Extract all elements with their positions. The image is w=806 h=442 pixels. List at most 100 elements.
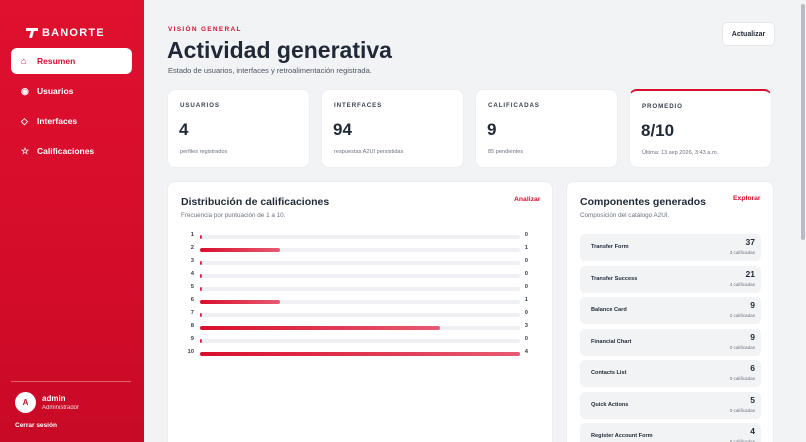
score-bar-track	[200, 352, 520, 356]
component-item[interactable]: Quick Actions 5 0 calificadas	[580, 391, 761, 419]
distribution-title: Distribución de calificaciones	[181, 196, 330, 208]
analyze-link[interactable]: Analizar	[514, 196, 540, 203]
component-item[interactable]: Register Account Form 4 0 calificadas	[580, 423, 761, 442]
component-item[interactable]: Contacts List 6 0 calificadas	[580, 360, 761, 387]
component-item[interactable]: Transfer Form 37 3 calificadas	[580, 234, 761, 261]
stat-card-promedio: PROMEDIO 8/10 Última: 13 sep 2026, 3:43 …	[629, 89, 772, 168]
stat-card-usuarios: USUARIOS 4 perfiles registrados	[167, 89, 310, 168]
home-icon: ⌂	[21, 56, 27, 66]
sidebar-item-interfaces[interactable]: ◇ Interfaces	[11, 108, 132, 134]
stat-label: PROMEDIO	[642, 103, 683, 110]
distribution-row: 10 4	[182, 349, 528, 359]
distribution-row: 70	[182, 310, 528, 320]
users-icon: ◉	[21, 85, 29, 96]
sidebar: BANORTE ⌂ Resumen ◉ Usuarios ◇ Interface…	[0, 0, 144, 442]
distribution-panel: Distribución de calificaciones Frecuenci…	[167, 181, 553, 442]
brand-logo: BANORTE	[26, 27, 105, 39]
score-bar-fill	[200, 300, 280, 304]
score-count: 0	[524, 258, 528, 264]
component-count: 37	[745, 237, 755, 247]
score-bar-track	[200, 274, 520, 278]
sidebar-nav: ⌂ Resumen ◉ Usuarios ◇ Interfaces ☆ Cali…	[11, 48, 132, 168]
interfaces-icon: ◇	[21, 115, 28, 126]
stat-card-interfaces: INTERFACES 94 respuestas A2UI persistida…	[321, 89, 464, 168]
score-count: 0	[524, 284, 528, 290]
score-bar-track	[200, 339, 520, 343]
distribution-row: 83	[182, 323, 528, 333]
sidebar-item-usuarios[interactable]: ◉ Usuarios	[11, 78, 132, 104]
component-name: Contacts List	[591, 370, 627, 376]
distribution-row: 10	[182, 232, 528, 242]
component-item[interactable]: Financial Chart 9 0 calificadas	[580, 328, 761, 356]
stat-value: 9	[487, 120, 497, 139]
stat-label: USUARIOS	[180, 102, 220, 109]
score-label: 10	[187, 349, 194, 355]
score-count: 1	[524, 245, 528, 251]
component-rated-count: 4 calificadas	[729, 281, 755, 287]
score-bar-track	[200, 313, 520, 317]
component-name: Balance Card	[591, 307, 627, 313]
component-count: 5	[750, 394, 755, 405]
component-count: 4	[750, 426, 755, 436]
component-rated-count: 0 calificadas	[729, 376, 755, 381]
logout-link[interactable]: Cerrar sesión	[15, 422, 57, 429]
score-bar-fill	[200, 352, 520, 356]
component-item[interactable]: Balance Card 9 2 calificadas	[580, 297, 761, 324]
user-name: admin	[42, 394, 66, 403]
score-bar-track	[200, 326, 520, 330]
score-label: 8	[190, 323, 194, 329]
stat-caption: 85 pendientes	[488, 149, 524, 155]
distribution-row: 40	[182, 271, 528, 281]
sidebar-divider	[11, 381, 131, 382]
score-count: 4	[524, 349, 528, 355]
avatar: A	[15, 392, 36, 413]
component-count: 9	[750, 300, 755, 310]
components-panel: Componentes generados Composición del ca…	[566, 181, 774, 442]
stat-value: 94	[333, 120, 352, 139]
score-bar-fill	[200, 326, 440, 330]
stat-caption: Última: 13 sep 2026, 3:43 a.m.	[642, 150, 719, 156]
stat-value: 4	[179, 120, 189, 139]
distribution-row: 30	[182, 258, 528, 268]
components-title: Componentes generados	[580, 196, 707, 208]
component-rated-count: 0 calificadas	[729, 344, 755, 350]
sidebar-item-calificaciones[interactable]: ☆ Calificaciones	[11, 138, 132, 164]
components-subtitle: Composición del catálogo A2UI.	[580, 212, 670, 219]
component-name: Financial Chart	[591, 338, 632, 345]
user-role: Administrador	[42, 405, 80, 411]
stat-caption: respuestas A2UI persistidas	[334, 149, 404, 155]
score-count: 0	[524, 232, 528, 238]
distribution-row: 50	[182, 284, 528, 294]
score-label: 7	[190, 310, 194, 316]
distribution-row: 90	[182, 336, 528, 346]
component-name: Quick Actions	[591, 401, 629, 408]
score-bar-track	[200, 300, 520, 304]
component-rated-count: 0 calificadas	[729, 407, 755, 413]
refresh-button[interactable]: Actualizar	[722, 22, 775, 46]
banorte-logo-icon	[26, 28, 38, 38]
page-title: Actividad generativa	[167, 37, 392, 63]
score-bar-track	[200, 261, 520, 265]
component-name: Register Account Form	[591, 433, 653, 439]
score-bar-fill	[200, 274, 202, 278]
component-item[interactable]: Transfer Success 21 4 calificadas	[580, 265, 761, 293]
explore-link[interactable]: Explorar	[733, 195, 761, 202]
page-scrollbar[interactable]	[800, 0, 806, 442]
sidebar-item-label: Calificaciones	[37, 146, 95, 156]
score-count: 0	[524, 336, 528, 342]
score-count: 1	[524, 297, 528, 303]
score-count: 3	[524, 323, 528, 329]
user-profile: A admin Administrador	[15, 392, 79, 413]
score-count: 0	[524, 310, 528, 316]
sidebar-item-resumen[interactable]: ⌂ Resumen	[11, 48, 132, 74]
score-bar-fill	[200, 235, 202, 239]
sidebar-item-label: Usuarios	[37, 86, 74, 96]
score-label: 3	[190, 258, 194, 264]
stat-card-calificadas: CALIFICADAS 9 85 pendientes	[475, 89, 618, 168]
distribution-row: 61	[182, 297, 528, 307]
sidebar-item-label: Interfaces	[37, 116, 78, 126]
score-label: 2	[190, 245, 194, 251]
score-bar-fill	[200, 287, 202, 291]
brand-name: BANORTE	[42, 27, 105, 39]
scrollbar-thumb[interactable]	[801, 4, 805, 240]
